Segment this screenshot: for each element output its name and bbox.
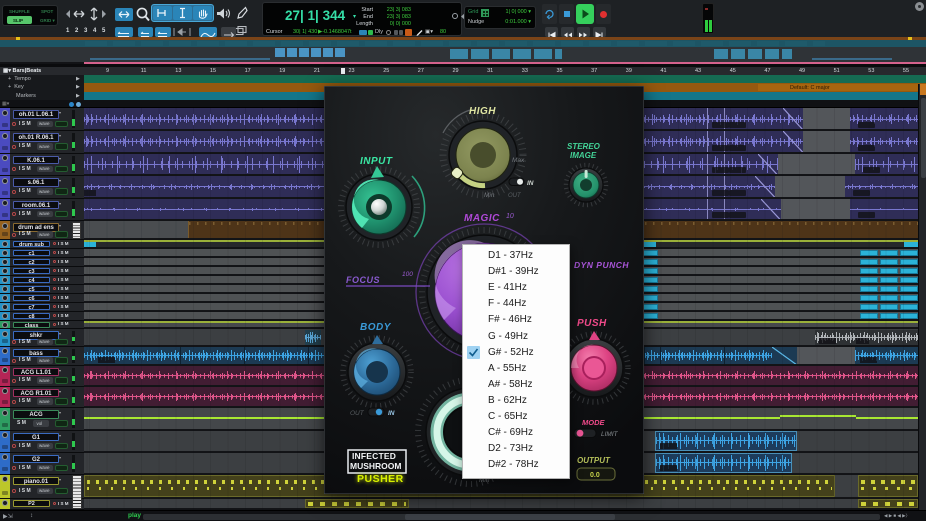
svg-text:IN: IN: [527, 180, 534, 187]
svg-text:INPUT: INPUT: [360, 156, 393, 167]
svg-text:10: 10: [506, 213, 514, 220]
svg-text:100: 100: [402, 271, 413, 278]
svg-text:BODY: BODY: [360, 322, 392, 333]
svg-text:HIGH: HIGH: [469, 106, 496, 117]
svg-text:STEREO: STEREO: [567, 142, 601, 151]
svg-text:PUSH: PUSH: [577, 318, 607, 329]
svg-text:OUT: OUT: [350, 410, 365, 417]
svg-text:INFECTED: INFECTED: [352, 451, 396, 461]
svg-text:Min: Min: [484, 192, 495, 199]
svg-text:IN: IN: [388, 410, 395, 417]
svg-text:OUTPUT: OUTPUT: [577, 456, 611, 465]
svg-text:MAGIC: MAGIC: [464, 213, 500, 224]
svg-text:IMAGE: IMAGE: [570, 151, 597, 160]
svg-text:FOCUS: FOCUS: [346, 275, 380, 285]
svg-text:LIMIT: LIMIT: [601, 431, 619, 438]
svg-text:DYN PUNCH: DYN PUNCH: [574, 260, 629, 270]
svg-text:OUT: OUT: [508, 193, 522, 199]
svg-text:MUSHROOM: MUSHROOM: [350, 461, 401, 471]
svg-text:0.0: 0.0: [590, 472, 600, 479]
svg-text:MODE: MODE: [582, 418, 605, 427]
svg-text:Max: Max: [512, 157, 525, 164]
svg-text:PUSHER: PUSHER: [357, 473, 404, 485]
